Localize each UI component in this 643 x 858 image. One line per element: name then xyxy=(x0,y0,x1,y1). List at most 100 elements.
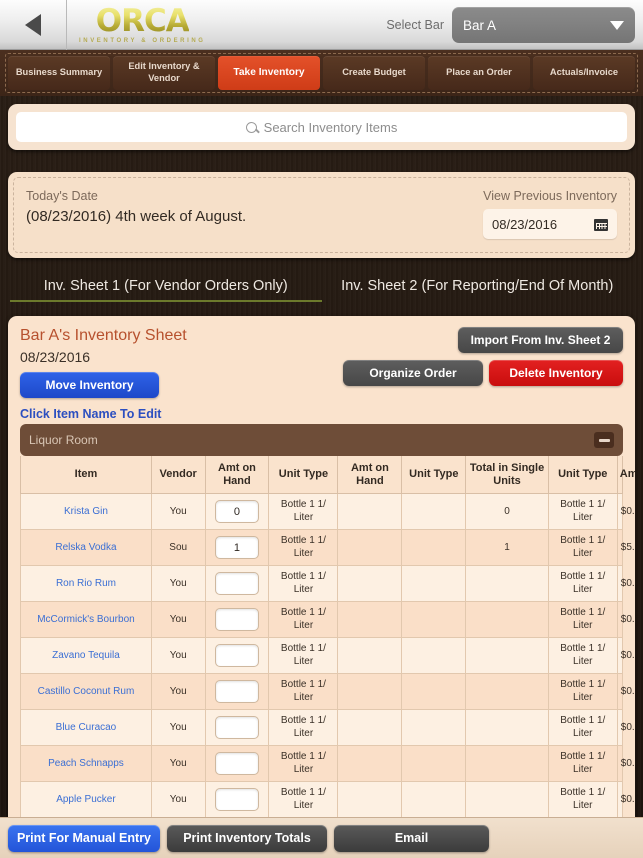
amt-on-hand-input[interactable] xyxy=(214,716,259,740)
cell-amt-on-hand-1 xyxy=(204,709,270,747)
amt-on-hand-input[interactable] xyxy=(214,788,259,812)
bottom-toolbar: Print For Manual Entry Print Inventory T… xyxy=(0,817,643,858)
cell-unit-type-3: Bottle 1 1/ Liter xyxy=(547,565,618,603)
delete-inventory-button[interactable]: Delete Inventory xyxy=(489,360,623,386)
minus-icon[interactable] xyxy=(594,432,614,448)
th-amt-on-hand-1: Amt on Hand xyxy=(204,456,270,495)
item-name-link[interactable]: Krista Gin xyxy=(64,506,108,517)
cell-total-single-units xyxy=(465,781,549,819)
nav-tab-create-budget[interactable]: Create Budget xyxy=(323,56,425,90)
cell-unit-type-3: Bottle 1 1/ Liter xyxy=(547,745,618,783)
cell-unit-type-1: Bottle 1 1/ Liter xyxy=(268,673,339,711)
th-total-single-units: Total in Single Units xyxy=(465,456,549,495)
click-item-to-edit-hint: Click Item Name To Edit xyxy=(20,407,162,421)
cell-total-single-units xyxy=(465,709,549,747)
nav-tab-edit-inventory-vendor[interactable]: Edit Inventory & Vendor xyxy=(113,56,215,90)
move-inventory-button[interactable]: Move Inventory xyxy=(20,372,159,398)
cell-item-name: Apple Pucker xyxy=(20,781,152,819)
cell-amt-on-hand-1 xyxy=(204,781,270,819)
cell-unit-type-3: Bottle 1 1/ Liter xyxy=(547,709,618,747)
cell-amt-on-hand-2 xyxy=(337,493,403,531)
cell-unit-type-3: Bottle 1 1/ Liter xyxy=(547,529,618,567)
nav-tab-business-summary[interactable]: Business Summary xyxy=(8,56,110,90)
nav-tab-actuals-invoice[interactable]: Actuals/Invoice xyxy=(533,56,635,90)
cell-vendor: You xyxy=(150,781,206,819)
inventory-table: Item Vendor Amt on Hand Unit Type Amt on… xyxy=(20,456,635,828)
amt-on-hand-input[interactable] xyxy=(214,500,259,524)
cell-amt-on-hand-2 xyxy=(337,565,403,603)
cell-unit-type-2 xyxy=(401,601,467,639)
cell-amount: $5.02 xyxy=(616,529,635,567)
th-unit-type-3: Unit Type xyxy=(547,456,618,495)
sheet-tab-2[interactable]: Inv. Sheet 2 (For Reporting/End Of Month… xyxy=(322,278,634,302)
table-row: Apple Pucker You Bottle 1 1/ Liter Bottle 1… xyxy=(20,781,635,819)
cell-amt-on-hand-1 xyxy=(204,565,270,603)
th-amount: Amount xyxy=(616,456,635,495)
cell-unit-type-3: Bottle 1 1/ Liter xyxy=(547,673,618,711)
email-button[interactable]: Email xyxy=(334,824,489,852)
print-inventory-totals-button[interactable]: Print Inventory Totals xyxy=(167,824,327,852)
item-name-link[interactable]: Relska Vodka xyxy=(55,542,116,553)
amt-on-hand-input[interactable] xyxy=(214,572,259,596)
main-nav: Business Summary Edit Inventory & Vendor… xyxy=(0,50,643,96)
nav-tab-place-an-order[interactable]: Place an Order xyxy=(428,56,530,90)
cell-amount: $0.00 xyxy=(616,601,635,639)
sheet-tab-1[interactable]: Inv. Sheet 1 (For Vendor Orders Only) xyxy=(10,278,322,302)
cell-total-single-units xyxy=(465,637,549,675)
calendar-icon xyxy=(594,217,608,231)
room-header-liquor-room[interactable]: Liquor Room xyxy=(20,424,623,456)
previous-date-picker[interactable]: 08/23/2016 xyxy=(483,209,617,239)
nav-tab-label: Edit Inventory & Vendor xyxy=(128,61,200,83)
table-row: Zavano Tequila You Bottle 1 1/ Liter Bottle… xyxy=(20,637,635,675)
nav-tab-take-inventory[interactable]: Take Inventory xyxy=(218,56,320,90)
item-name-link[interactable]: McCormick's Bourbon xyxy=(37,614,135,625)
cell-unit-type-1: Bottle 1 1/ Liter xyxy=(268,781,339,819)
cell-unit-type-2 xyxy=(401,781,467,819)
amt-on-hand-input[interactable] xyxy=(214,752,259,776)
select-bar-label: Select Bar xyxy=(386,18,444,32)
today-date-group: Today's Date (08/23/2016) 4th week of Au… xyxy=(26,189,246,225)
chevron-down-icon xyxy=(610,20,624,30)
cell-amt-on-hand-2 xyxy=(337,601,403,639)
amt-on-hand-input[interactable] xyxy=(214,680,259,704)
cell-amt-on-hand-1 xyxy=(204,493,270,531)
table-row: McCormick's Bourbon You Bottle 1 1/ Liter B… xyxy=(20,601,635,639)
item-name-link[interactable]: Blue Curacao xyxy=(56,722,117,733)
item-name-link[interactable]: Peach Schnapps xyxy=(48,758,124,769)
top-bar: ORCA INVENTORY & ORDERING Select Bar Bar… xyxy=(0,0,643,50)
cell-total-single-units xyxy=(465,565,549,603)
cell-total-single-units: 0 xyxy=(465,493,549,531)
cell-unit-type-1: Bottle 1 1/ Liter xyxy=(268,637,339,675)
back-arrow-icon xyxy=(25,13,41,36)
date-panel-inner: Today's Date (08/23/2016) 4th week of Au… xyxy=(13,177,630,253)
amt-on-hand-input[interactable] xyxy=(214,644,259,668)
cell-unit-type-2 xyxy=(401,493,467,531)
cell-unit-type-3: Bottle 1 1/ Liter xyxy=(547,601,618,639)
organize-order-button[interactable]: Organize Order xyxy=(343,360,483,386)
cell-amt-on-hand-2 xyxy=(337,673,403,711)
item-name-link[interactable]: Zavano Tequila xyxy=(52,650,120,661)
cell-unit-type-2 xyxy=(401,745,467,783)
print-for-manual-entry-button[interactable]: Print For Manual Entry xyxy=(8,824,160,852)
cell-amt-on-hand-2 xyxy=(337,745,403,783)
amt-on-hand-input[interactable] xyxy=(214,536,259,560)
back-button[interactable] xyxy=(0,0,67,50)
item-name-link[interactable]: Apple Pucker xyxy=(56,794,115,805)
inventory-table-body: Krista GinYouBottle 1 1/ Liter0Bottle 1 … xyxy=(20,493,635,828)
table-row: Ron Rio Rum You Bottle 1 1/ Liter Bottle 1 … xyxy=(20,565,635,603)
table-row: Peach Schnapps You Bottle 1 1/ Liter Bottle… xyxy=(20,745,635,783)
item-name-link[interactable]: Castillo Coconut Rum xyxy=(38,686,135,697)
cell-amount: $0.00 xyxy=(616,745,635,783)
table-row: Blue Curacao You Bottle 1 1/ Liter Bottle 1… xyxy=(20,709,635,747)
today-date-value: (08/23/2016) 4th week of August. xyxy=(26,208,247,225)
item-name-link[interactable]: Ron Rio Rum xyxy=(56,578,116,589)
amt-on-hand-input[interactable] xyxy=(214,608,259,632)
import-from-sheet2-button[interactable]: Import From Inv. Sheet 2 xyxy=(458,327,623,353)
cell-amount: $0.00 xyxy=(616,709,635,747)
search-input[interactable]: Search Inventory Items xyxy=(16,112,627,142)
cell-total-single-units: 1 xyxy=(465,529,549,567)
orca-logo: ORCA INVENTORY & ORDERING xyxy=(79,5,206,44)
previous-inventory-group: View Previous Inventory 08/23/2016 xyxy=(483,189,617,239)
table-row: Krista GinYouBottle 1 1/ Liter0Bottle 1 … xyxy=(20,493,635,531)
bar-select-dropdown[interactable]: Bar A xyxy=(452,7,635,43)
